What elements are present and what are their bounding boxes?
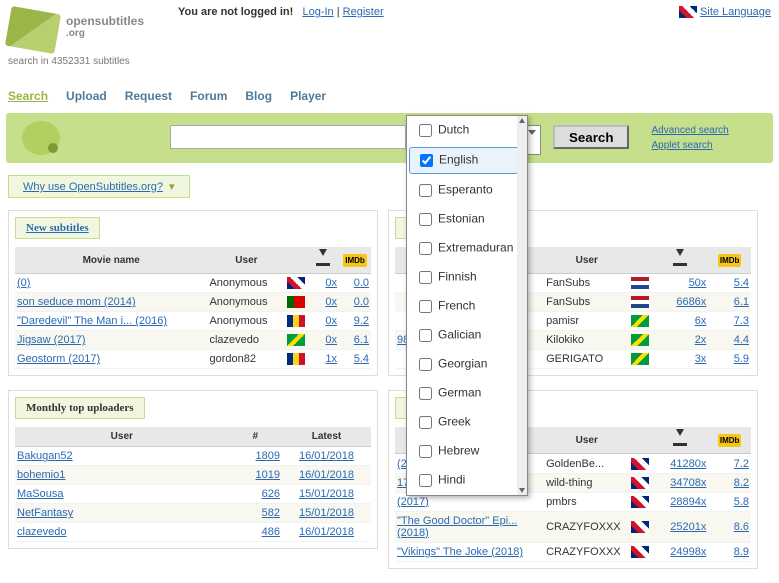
lang-option-extremaduran[interactable]: Extremaduran: [407, 234, 527, 263]
download-icon: [673, 251, 687, 266]
flag-icon: [287, 277, 305, 289]
lang-option-galician[interactable]: Galician: [407, 321, 527, 350]
new-subtitles-panel: New subtitles Movie nameUserIMDb(0)Anony…: [8, 210, 378, 376]
nav-forum[interactable]: Forum: [190, 89, 227, 103]
lang-option-hebrew[interactable]: Hebrew: [407, 437, 527, 466]
advanced-search-link[interactable]: Advanced search: [651, 125, 728, 136]
movie-link[interactable]: "Daredevil" The Man i... (2016): [17, 315, 167, 327]
logo-text: opensubtitles: [66, 14, 144, 28]
search-input[interactable]: [170, 125, 406, 149]
nav-request[interactable]: Request: [125, 89, 172, 103]
table-row: (0)Anonymous0x0.0: [15, 274, 371, 293]
flag-icon: [631, 315, 649, 327]
imdb-icon: IMDb: [718, 434, 742, 447]
flag-gb-icon: [679, 6, 697, 18]
monthly-uploaders-panel: Monthly top uploaders User#LatestBakugan…: [8, 390, 378, 549]
flag-icon: [631, 458, 649, 470]
table-row: clazevedo48616/01/2018: [15, 523, 371, 542]
logo-icon: [5, 6, 61, 54]
movie-link[interactable]: Jigsaw (2017): [17, 334, 85, 346]
table-row: son seduce mom (2014)Anonymous0x0.0: [15, 293, 371, 312]
user-link[interactable]: clazevedo: [17, 526, 67, 538]
lang-option-esperanto[interactable]: Esperanto: [407, 176, 527, 205]
table-row: "The Good Doctor" Epi... (2018)CRAZYFOXX…: [395, 511, 751, 542]
search-category-icon: [22, 121, 60, 155]
scrollbar[interactable]: [517, 116, 527, 495]
login-link[interactable]: Log-In: [302, 6, 333, 18]
movie-link[interactable]: (0): [17, 277, 30, 289]
nav-player[interactable]: Player: [290, 89, 326, 103]
movie-link[interactable]: "The Good Doctor" Epi... (2018): [397, 515, 517, 539]
table-row: NetFantasy58215/01/2018: [15, 504, 371, 523]
site-logo[interactable]: opensubtitles.org search in 4352331 subt…: [8, 6, 178, 67]
main-nav: Search Upload Request Forum Blog Player: [8, 67, 771, 113]
language-dropdown[interactable]: DutchEnglishEsperantoEstonianExtremadura…: [406, 115, 528, 496]
user-link[interactable]: Bakugan52: [17, 450, 73, 462]
imdb-icon: IMDb: [343, 254, 367, 267]
lang-option-german[interactable]: German: [407, 379, 527, 408]
register-link[interactable]: Register: [343, 6, 384, 18]
user-link[interactable]: NetFantasy: [17, 507, 73, 519]
user-link[interactable]: bohemio1: [17, 469, 65, 481]
flag-icon: [631, 546, 649, 558]
lang-option-french[interactable]: French: [407, 292, 527, 321]
tagline: search in 4352331 subtitles: [8, 50, 178, 67]
table-row: "Daredevil" The Man i... (2016)Anonymous…: [15, 312, 371, 331]
lang-option-english[interactable]: English: [409, 147, 525, 174]
flag-icon: [287, 296, 305, 308]
user-link[interactable]: MaSousa: [17, 488, 63, 500]
table-row: "Vikings" The Joke (2018)CRAZYFOXXX24998…: [395, 542, 751, 561]
lang-option-hindi[interactable]: Hindi: [407, 466, 527, 495]
search-bar: English Search Advanced search Applet se…: [6, 113, 773, 163]
flag-icon: [287, 353, 305, 365]
flag-icon: [631, 477, 649, 489]
download-icon: [673, 431, 687, 446]
table-row: Geostorm (2017)gordon821x5.4: [15, 350, 371, 369]
lang-option-greek[interactable]: Greek: [407, 408, 527, 437]
site-language[interactable]: Site Language: [679, 6, 771, 18]
table-row: MaSousa62615/01/2018: [15, 485, 371, 504]
lang-option-estonian[interactable]: Estonian: [407, 205, 527, 234]
table-row: Bakugan52180916/01/2018: [15, 447, 371, 466]
table-row: Jigsaw (2017)clazevedo0x6.1: [15, 331, 371, 350]
movie-link[interactable]: son seduce mom (2014): [17, 296, 136, 308]
flag-icon: [631, 334, 649, 346]
monthly-uploaders-title: Monthly top uploaders: [15, 397, 145, 419]
movie-link[interactable]: "Vikings" The Joke (2018): [397, 546, 523, 558]
new-subtitles-title[interactable]: New subtitles: [26, 222, 89, 234]
flag-icon: [631, 296, 649, 308]
login-status: You are not logged in! Log-In | Register: [178, 6, 384, 18]
lang-option-dutch[interactable]: Dutch: [407, 116, 527, 145]
flag-icon: [287, 315, 305, 327]
nav-search[interactable]: Search: [8, 89, 48, 103]
download-icon: [316, 251, 330, 266]
flag-icon: [287, 334, 305, 346]
flag-icon: [631, 353, 649, 365]
movie-link[interactable]: Geostorm (2017): [17, 353, 100, 365]
flag-icon: [631, 521, 649, 533]
nav-blog[interactable]: Blog: [245, 89, 272, 103]
applet-search-link[interactable]: Applet search: [651, 140, 712, 151]
flag-icon: [631, 277, 649, 289]
why-opensubtitles[interactable]: Why use OpenSubtitles.org?: [8, 175, 190, 198]
imdb-icon: IMDb: [718, 254, 742, 267]
search-button[interactable]: Search: [553, 125, 629, 149]
movie-link[interactable]: (2017): [397, 496, 429, 508]
table-row: bohemio1101916/01/2018: [15, 466, 371, 485]
lang-option-finnish[interactable]: Finnish: [407, 263, 527, 292]
lang-option-georgian[interactable]: Georgian: [407, 350, 527, 379]
flag-icon: [631, 496, 649, 508]
nav-upload[interactable]: Upload: [66, 89, 107, 103]
